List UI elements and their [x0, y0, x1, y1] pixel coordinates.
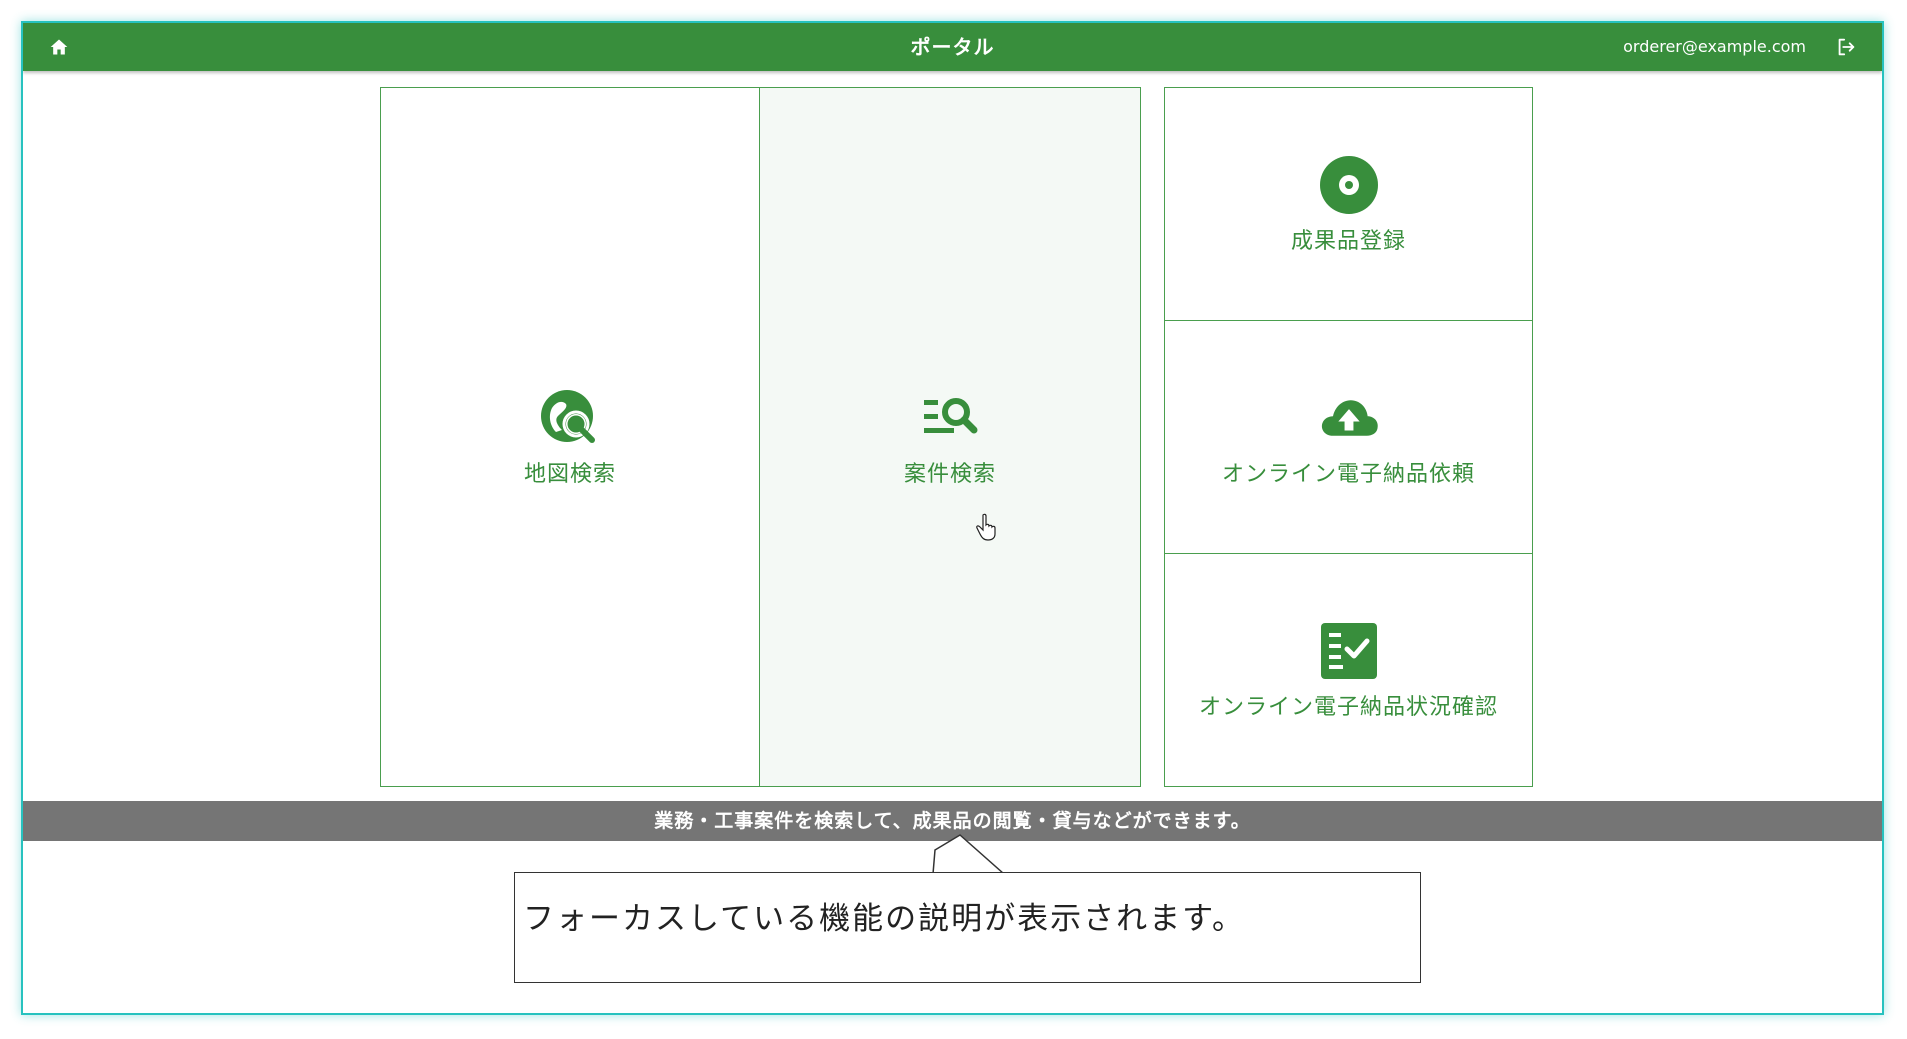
user-email: orderer@example.com — [1623, 37, 1806, 56]
tile-online-delivery-request-label: オンライン電子納品依頼 — [1221, 462, 1475, 487]
tile-map-search-label: 地図検索 — [523, 462, 616, 487]
disc-icon — [1317, 153, 1381, 217]
logout-icon — [1838, 38, 1855, 56]
logout-button[interactable] — [1834, 35, 1858, 59]
callout-box: フォーカスしている機能の説明が表示されます。 — [514, 872, 1421, 983]
tile-deliverable-register-label: 成果品登録 — [1290, 229, 1406, 254]
page-title: ポータル — [910, 35, 995, 59]
app-window: ポータル orderer@example.com 地図検索 案件検索 成果品登録… — [21, 21, 1884, 1015]
tile-online-delivery-status[interactable]: オンライン電子納品状況確認 — [1164, 553, 1533, 787]
map-search-icon — [538, 386, 602, 450]
tile-deliverable-register[interactable]: 成果品登録 — [1164, 87, 1533, 321]
tile-online-delivery-status-label: オンライン電子納品状況確認 — [1198, 695, 1498, 720]
tile-case-search-label: 案件検索 — [903, 462, 996, 487]
tile-online-delivery-request[interactable]: オンライン電子納品依頼 — [1164, 320, 1533, 554]
tile-case-search[interactable]: 案件検索 — [759, 87, 1141, 787]
callout-text: フォーカスしている機能の説明が表示されます。 — [523, 901, 1245, 937]
description-bar: 業務・工事案件を検索して、成果品の閲覧・貸与などができます。 — [23, 801, 1882, 841]
checklist-icon — [1317, 619, 1381, 683]
tile-map-search[interactable]: 地図検索 — [380, 87, 760, 787]
list-search-icon — [918, 386, 982, 450]
header-bar: ポータル orderer@example.com — [23, 23, 1882, 71]
cloud-upload-icon — [1317, 386, 1381, 450]
